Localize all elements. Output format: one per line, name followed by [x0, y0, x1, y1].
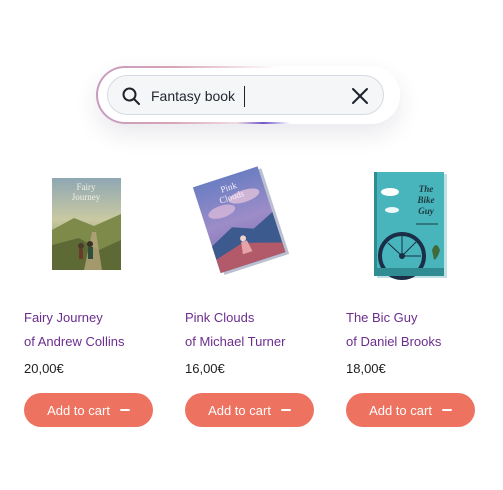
- add-to-cart-button[interactable]: Add to cart: [346, 393, 475, 427]
- product-author[interactable]: of Daniel Brooks: [346, 334, 441, 349]
- minus-icon: [119, 409, 130, 411]
- cover-title-line-2: Journey: [72, 192, 101, 202]
- search-bar: [96, 66, 400, 124]
- cover-title-line-3: Guy: [418, 206, 435, 216]
- author-name: Andrew Collins: [37, 334, 125, 349]
- author-prefix: of: [346, 334, 357, 349]
- author-prefix: of: [185, 334, 196, 349]
- product-card: Fairy Journey Fairy Journey of Andrew Co…: [24, 160, 164, 427]
- close-icon[interactable]: [351, 87, 369, 105]
- book-cover-pink-clouds[interactable]: Pink Clouds: [185, 160, 325, 290]
- book-cover-area: The Bike Guy: [346, 160, 486, 290]
- book-cover-fairy-journey[interactable]: Fairy Journey: [24, 160, 164, 290]
- product-card: The Bike Guy The Bic Guy of Daniel Brook…: [346, 160, 486, 427]
- product-price: 18,00€: [346, 361, 386, 376]
- text-cursor: [244, 86, 245, 107]
- minus-icon: [441, 409, 452, 411]
- book-cover-area: Pink Clouds: [185, 160, 325, 290]
- book-cover-the-bike-guy[interactable]: The Bike Guy: [346, 160, 486, 290]
- add-to-cart-label: Add to cart: [369, 402, 432, 418]
- product-price: 16,00€: [185, 361, 225, 376]
- add-to-cart-button[interactable]: Add to cart: [24, 393, 153, 427]
- product-title[interactable]: Pink Clouds: [185, 310, 254, 325]
- search-input[interactable]: [151, 76, 351, 116]
- product-title[interactable]: Fairy Journey: [24, 310, 103, 325]
- search-icon[interactable]: [121, 86, 141, 106]
- search-field[interactable]: [107, 75, 384, 116]
- cover-title-line-1: Fairy: [77, 182, 96, 192]
- add-to-cart-label: Add to cart: [208, 402, 271, 418]
- author-name: Michael Turner: [199, 334, 286, 349]
- cover-title-line-1: The: [419, 184, 434, 194]
- cover-title-line-2: Bike: [417, 195, 435, 205]
- author-name: Daniel Brooks: [360, 334, 442, 349]
- product-price: 20,00€: [24, 361, 64, 376]
- book-cover-area: Fairy Journey: [24, 160, 164, 290]
- author-prefix: of: [24, 334, 35, 349]
- product-author[interactable]: of Andrew Collins: [24, 334, 124, 349]
- product-card: Pink Clouds Pink Clouds of Michael Turne…: [185, 160, 325, 427]
- product-author[interactable]: of Michael Turner: [185, 334, 285, 349]
- search-container: [98, 68, 398, 122]
- product-title[interactable]: The Bic Guy: [346, 310, 418, 325]
- add-to-cart-label: Add to cart: [47, 402, 110, 418]
- minus-icon: [280, 409, 291, 411]
- add-to-cart-button[interactable]: Add to cart: [185, 393, 314, 427]
